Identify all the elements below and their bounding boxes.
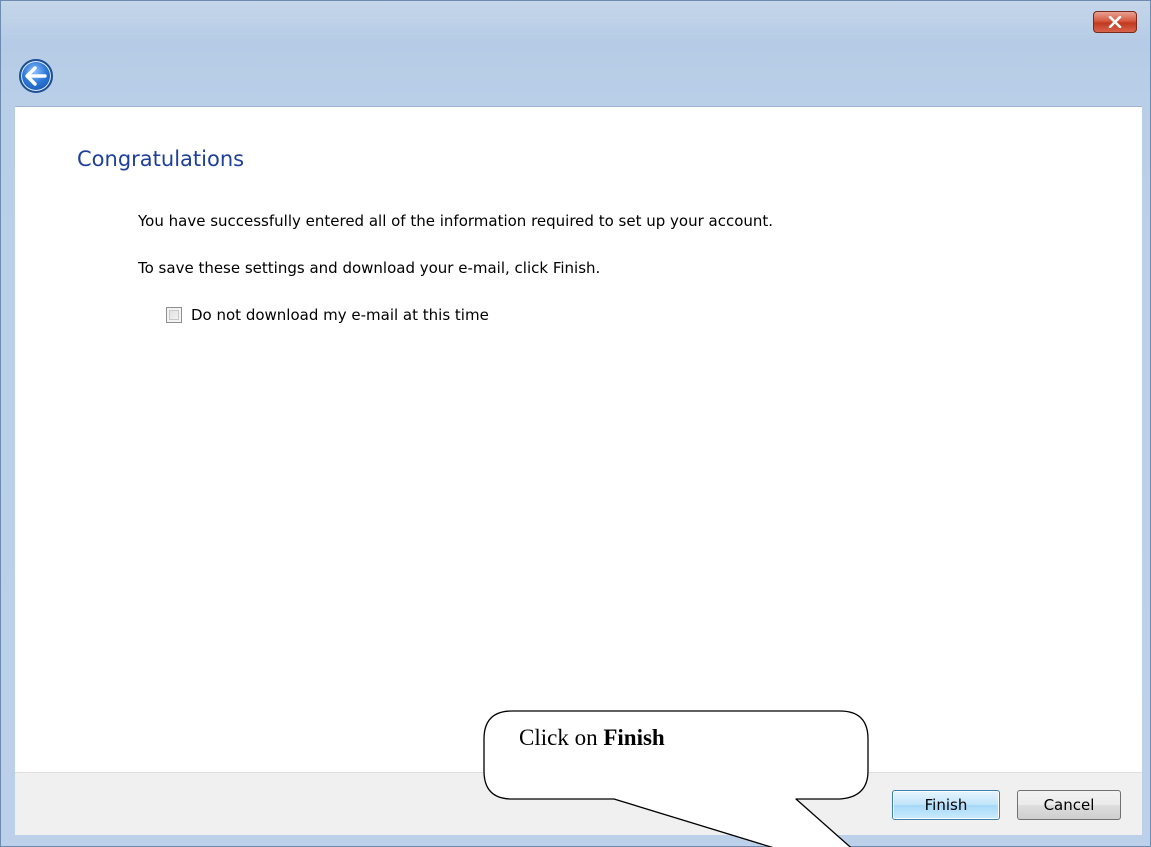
page-title: Congratulations (77, 147, 245, 171)
wizard-content: Congratulations You have successfully en… (15, 106, 1142, 773)
callout-text: Click on Finish (519, 725, 665, 750)
finish-button[interactable]: Finish (892, 790, 1000, 820)
no-download-checkbox[interactable] (166, 307, 182, 323)
back-arrow-icon (25, 66, 47, 86)
back-button[interactable] (19, 59, 53, 93)
instruction-message: To save these settings and download your… (138, 259, 601, 277)
no-download-option[interactable]: Do not download my e-mail at this time (166, 306, 489, 324)
success-message: You have successfully entered all of the… (138, 212, 774, 230)
close-button[interactable] (1093, 11, 1137, 33)
close-icon (1108, 16, 1122, 28)
no-download-label[interactable]: Do not download my e-mail at this time (191, 306, 489, 324)
cancel-button[interactable]: Cancel (1017, 790, 1121, 820)
